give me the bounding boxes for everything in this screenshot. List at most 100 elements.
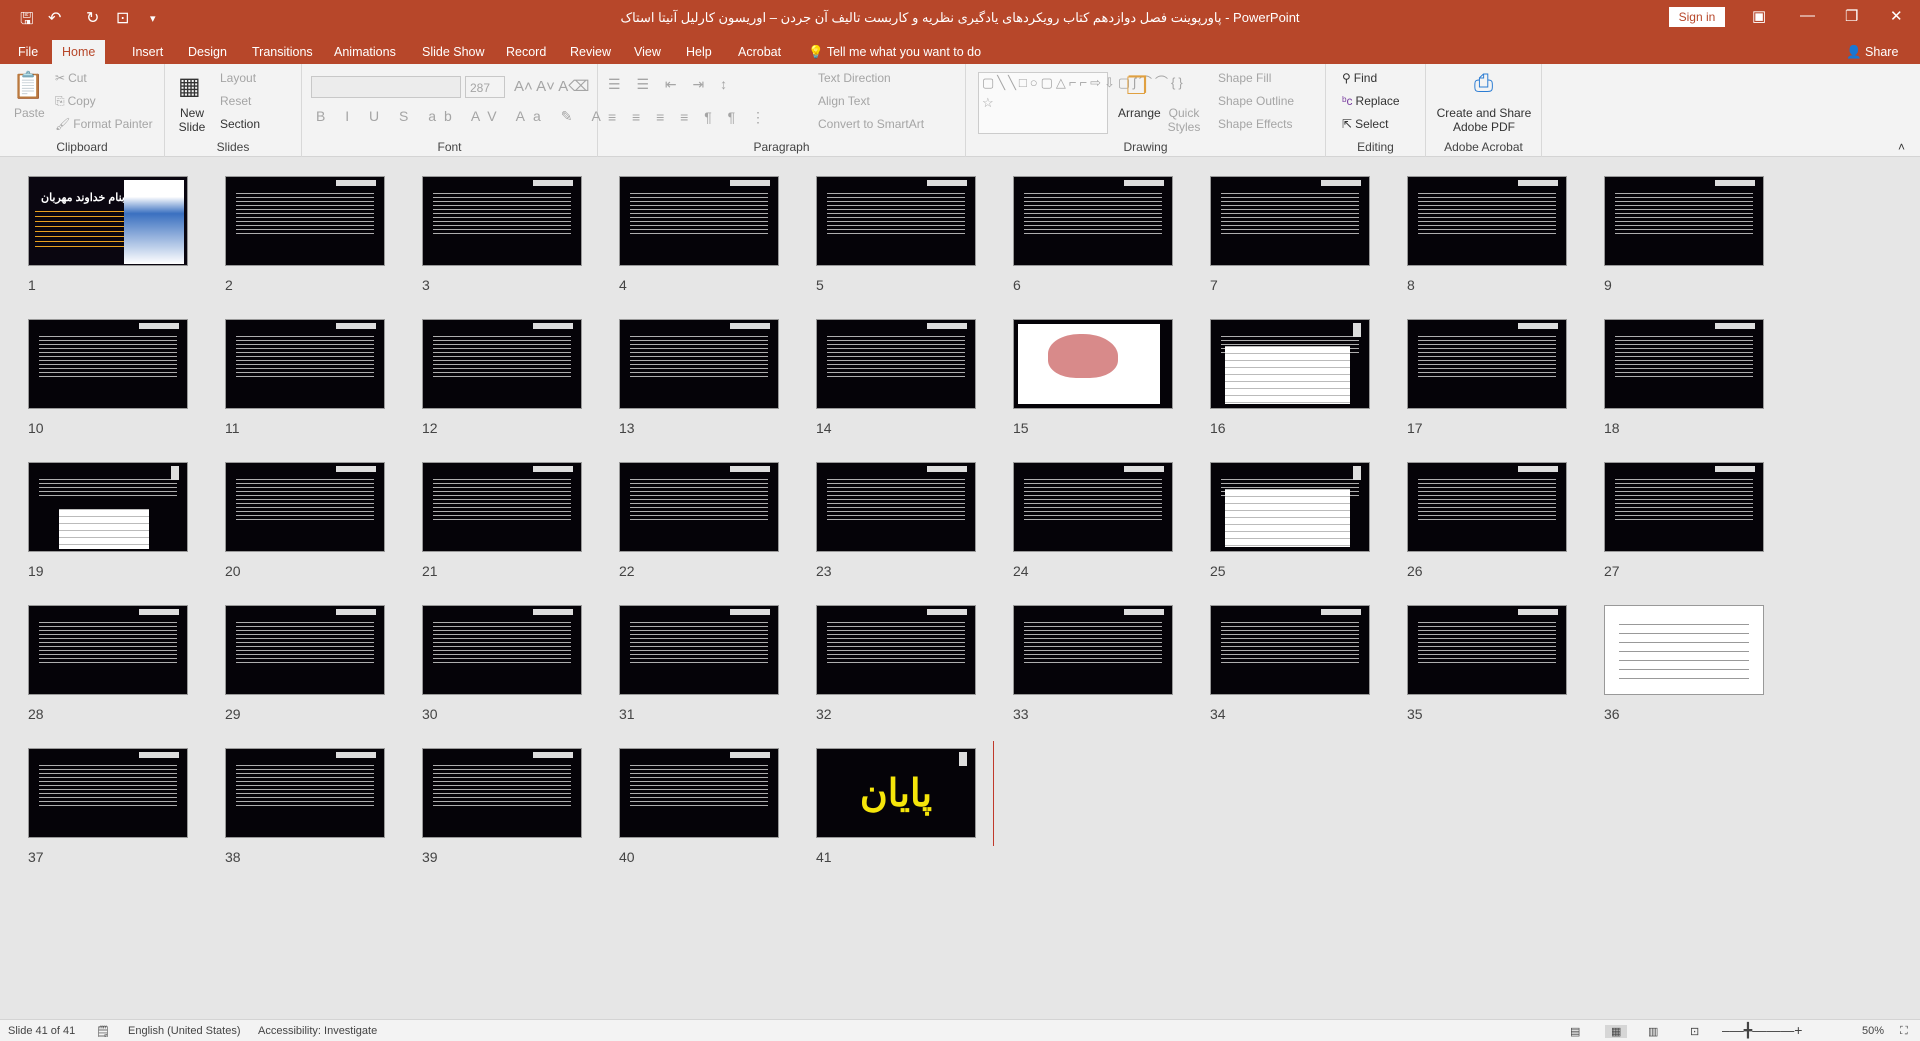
sign-in-button[interactable]: Sign in <box>1669 7 1725 27</box>
slide-thumbnail-4[interactable] <box>619 176 779 266</box>
slide-thumbnail-27[interactable] <box>1604 462 1764 552</box>
shape-effects-button[interactable]: Shape Effects <box>1218 117 1293 131</box>
slide-thumbnail-17[interactable] <box>1407 319 1567 409</box>
slide-thumbnail-7[interactable] <box>1210 176 1370 266</box>
slide-thumbnail-16[interactable] <box>1210 319 1370 409</box>
tab-design[interactable]: Design <box>188 40 227 64</box>
slide-thumbnail-24[interactable] <box>1013 462 1173 552</box>
slide-thumbnail-15[interactable] <box>1013 319 1173 409</box>
slideshow-view-icon[interactable]: ⊡ <box>1690 1025 1699 1038</box>
cut-button[interactable]: ✂ Cut <box>55 71 87 85</box>
collapse-ribbon-icon[interactable]: ˄ <box>1898 140 1905 154</box>
slide-thumbnail-18[interactable] <box>1604 319 1764 409</box>
create-pdf-button[interactable]: Create and Share Adobe PDF <box>1434 106 1534 134</box>
notes-icon[interactable]: 🗒 <box>96 1025 110 1038</box>
slide-thumbnail-28[interactable] <box>28 605 188 695</box>
slide-thumbnail-23[interactable] <box>816 462 976 552</box>
ribbon-display-icon[interactable]: ▣ <box>1752 7 1766 25</box>
slide-thumbnail-36[interactable] <box>1604 605 1764 695</box>
slide-thumbnail-9[interactable] <box>1604 176 1764 266</box>
layout-button[interactable]: Layout <box>220 71 256 85</box>
slide-thumbnail-38[interactable] <box>225 748 385 838</box>
font-format-buttons[interactable]: B I U S ab AV Aa ✎ A <box>316 108 609 125</box>
slide-thumbnail-32[interactable] <box>816 605 976 695</box>
shape-fill-button[interactable]: Shape Fill <box>1218 71 1271 85</box>
align-buttons[interactable]: ≡ ≡ ≡ ≡ ¶ ¶ ⋮ <box>608 109 771 126</box>
shapes-gallery[interactable]: ▢╲╲□○▢△⌐⌐⇨⇩▢ʃ⌒⌒{}☆ <box>978 72 1183 134</box>
tab-record[interactable]: Record <box>506 40 546 64</box>
tab-transitions[interactable]: Transitions <box>252 40 313 64</box>
slide-thumbnail-11[interactable] <box>225 319 385 409</box>
paste-button[interactable]: Paste <box>14 106 45 120</box>
slide-sorter-view-icon[interactable]: ▦ <box>1605 1025 1628 1038</box>
tab-help[interactable]: Help <box>686 40 712 64</box>
slide-thumbnail-40[interactable] <box>619 748 779 838</box>
tab-acrobat[interactable]: Acrobat <box>738 40 781 64</box>
reset-button[interactable]: Reset <box>220 94 251 108</box>
slide-thumbnail-19[interactable] <box>28 462 188 552</box>
slide-thumbnail-31[interactable] <box>619 605 779 695</box>
slide-thumbnail-21[interactable] <box>422 462 582 552</box>
find-button[interactable]: ⚲ Find <box>1342 71 1377 85</box>
slide-thumbnail-14[interactable] <box>816 319 976 409</box>
convert-smartart-button[interactable]: Convert to SmartArt <box>818 117 924 131</box>
paste-icon[interactable]: 📋 <box>12 70 44 101</box>
slide-thumbnail-3[interactable] <box>422 176 582 266</box>
text-direction-button[interactable]: Text Direction <box>818 71 891 85</box>
slide-thumbnail-2[interactable] <box>225 176 385 266</box>
normal-view-icon[interactable]: ▤ <box>1570 1025 1580 1038</box>
list-buttons[interactable]: ☰ ☰ ⇤ ⇥ ↕ <box>608 76 733 93</box>
slide-title-bar <box>1321 609 1361 615</box>
accessibility-status[interactable]: Accessibility: Investigate <box>258 1025 377 1037</box>
slide-thumbnail-5[interactable] <box>816 176 976 266</box>
font-name-input[interactable] <box>311 76 461 98</box>
replace-button[interactable]: ᵇc Replace <box>1342 94 1400 108</box>
slide-thumbnail-20[interactable] <box>225 462 385 552</box>
slide-thumbnail-30[interactable] <box>422 605 582 695</box>
tab-insert[interactable]: Insert <box>132 40 163 64</box>
quick-styles-button[interactable]: Quick Styles <box>1166 106 1202 134</box>
slide-thumbnail-29[interactable] <box>225 605 385 695</box>
slide-thumbnail-12[interactable] <box>422 319 582 409</box>
fit-to-window-icon[interactable]: ⛶ <box>1900 1025 1908 1038</box>
select-button[interactable]: ⇱ Select <box>1342 117 1388 131</box>
slide-thumbnail-22[interactable] <box>619 462 779 552</box>
slide-thumbnail-33[interactable] <box>1013 605 1173 695</box>
slide-thumbnail-8[interactable] <box>1407 176 1567 266</box>
tell-me-search[interactable]: 💡 Tell me what you want to do <box>808 40 981 64</box>
tab-animations[interactable]: Animations <box>334 40 396 64</box>
new-slide-button[interactable]: New Slide <box>177 106 207 134</box>
slide-thumbnail-13[interactable] <box>619 319 779 409</box>
tab-view[interactable]: View <box>634 40 661 64</box>
zoom-level[interactable]: 50% <box>1862 1025 1884 1037</box>
slide-thumbnail-10[interactable] <box>28 319 188 409</box>
slide-thumbnail-25[interactable] <box>1210 462 1370 552</box>
slide-thumbnail-35[interactable] <box>1407 605 1567 695</box>
zoom-slider[interactable]: –—╋———+ <box>1722 1022 1802 1039</box>
slide-thumbnail-34[interactable] <box>1210 605 1370 695</box>
copy-button[interactable]: ⎘ Copy <box>55 94 96 109</box>
tab-review[interactable]: Review <box>570 40 611 64</box>
slide-thumbnail-1[interactable]: بنام خداوند مهربان <box>28 176 188 266</box>
font-size-controls[interactable]: A˄ A˅ A⌫ <box>514 77 589 95</box>
slide-thumbnail-26[interactable] <box>1407 462 1567 552</box>
shape-outline-button[interactable]: Shape Outline <box>1218 94 1294 108</box>
font-size-input[interactable]: 287 <box>465 76 505 98</box>
tab-home[interactable]: Home <box>52 40 106 64</box>
language-status[interactable]: English (United States) <box>128 1025 241 1037</box>
section-button[interactable]: Section <box>220 117 260 131</box>
arrange-button[interactable]: Arrange <box>1118 106 1161 120</box>
tab-slide-show[interactable]: Slide Show <box>422 40 485 64</box>
slide-thumbnail-39[interactable] <box>422 748 582 838</box>
slide-thumbnail-41[interactable]: پایان <box>816 748 976 838</box>
tab-file[interactable]: File <box>18 40 38 64</box>
share-button[interactable]: 👤 Share <box>1846 40 1898 64</box>
reading-view-icon[interactable]: ▥ <box>1648 1025 1658 1038</box>
close-icon[interactable]: ✕ <box>1890 7 1903 25</box>
maximize-icon[interactable]: ❐ <box>1845 7 1858 25</box>
slide-thumbnail-37[interactable] <box>28 748 188 838</box>
minimize-icon[interactable]: — <box>1800 7 1815 24</box>
format-painter-button[interactable]: 🖌 Format Painter <box>55 117 153 131</box>
slide-thumbnail-6[interactable] <box>1013 176 1173 266</box>
align-text-button[interactable]: Align Text <box>818 94 870 108</box>
